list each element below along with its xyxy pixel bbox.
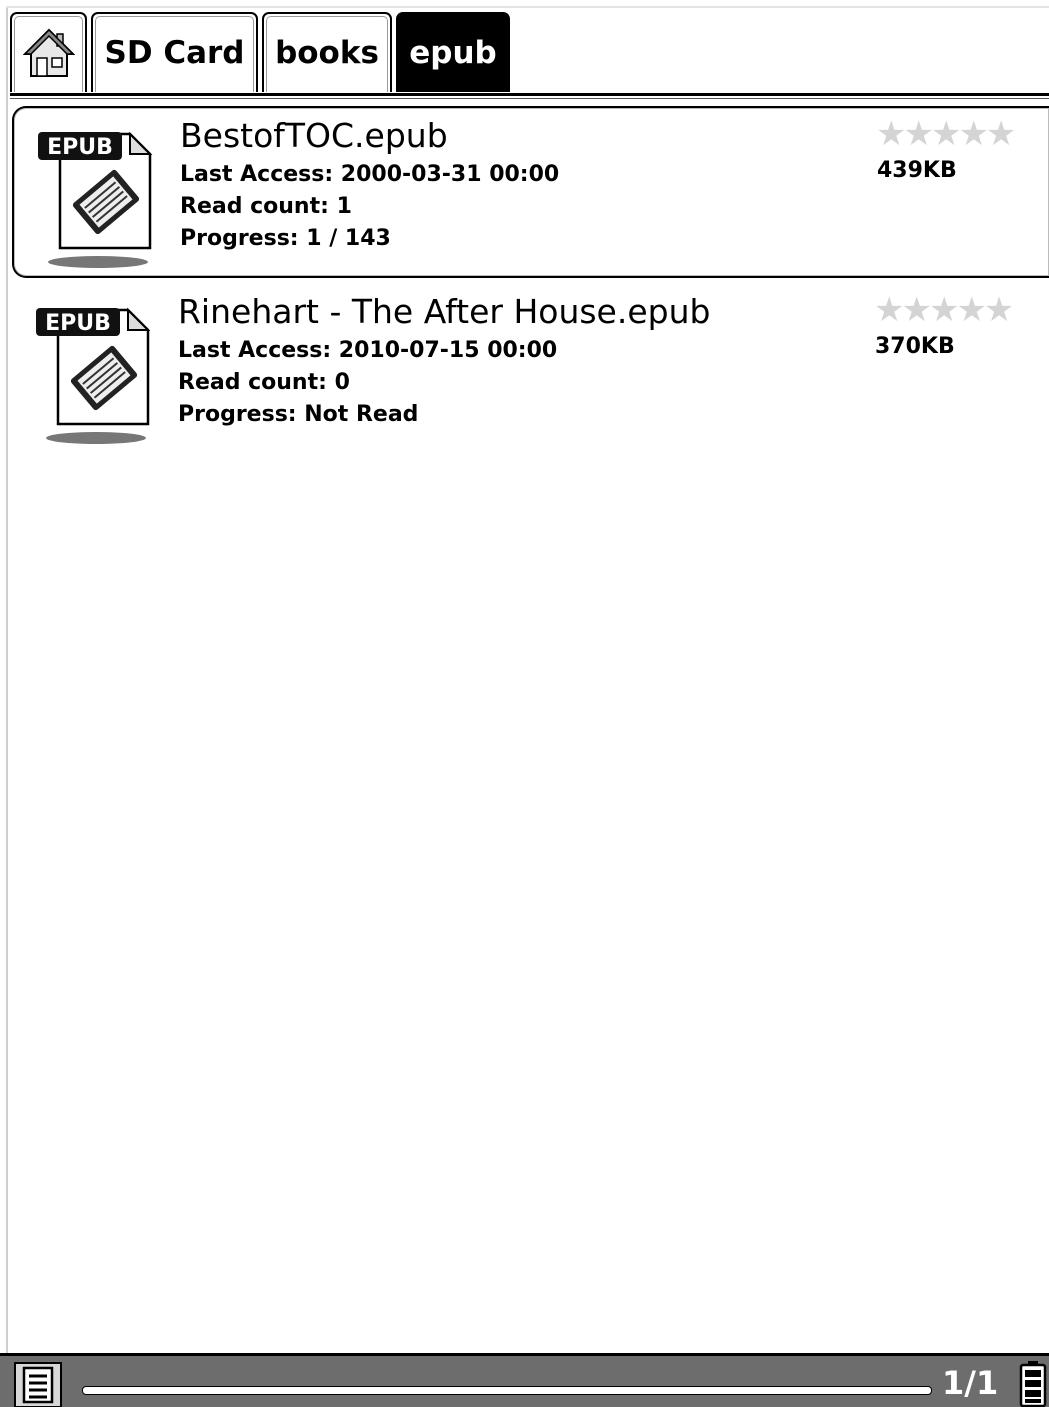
breadcrumb-epub-current[interactable]: epub — [396, 12, 510, 92]
file-list: EPUB BestofTOC.epub Last Access: 2000-03… — [12, 106, 1049, 456]
file-browser-screen: SD Card books epub EPUB BestofTOC.epub L… — [0, 0, 1049, 1407]
file-last-access: Last Access: 2000-03-31 00:00 — [180, 162, 560, 187]
epub-badge-text: EPUB — [47, 135, 113, 160]
file-progress: Progress: Not Read — [178, 402, 419, 427]
breadcrumb-underline-secondary — [10, 98, 1049, 99]
rating-stars[interactable]: ★★★★★ — [876, 114, 1016, 154]
file-read-count: Read count: 1 — [180, 194, 352, 219]
breadcrumb-home-button[interactable] — [10, 12, 87, 92]
file-title: Rinehart - The After House.epub — [178, 292, 711, 331]
file-title: BestofTOC.epub — [180, 116, 448, 155]
top-divider — [6, 6, 1049, 8]
breadcrumb-books[interactable]: books — [262, 12, 392, 92]
page-progress-track[interactable] — [82, 1386, 932, 1395]
file-size: 439KB — [877, 158, 957, 183]
menu-icon — [22, 1366, 54, 1404]
breadcrumb-label: books — [275, 35, 379, 71]
file-list-item[interactable]: EPUB Rinehart - The After House.epub Las… — [12, 284, 1049, 456]
rating-stars[interactable]: ★★★★★ — [874, 290, 1014, 330]
status-bar: 1/1 — [0, 1353, 1049, 1407]
file-progress: Progress: 1 / 143 — [180, 226, 391, 251]
breadcrumb-label: SD Card — [104, 35, 245, 71]
file-read-count: Read count: 0 — [178, 370, 350, 395]
breadcrumb-sd-card[interactable]: SD Card — [91, 12, 258, 92]
file-list-item[interactable]: EPUB BestofTOC.epub Last Access: 2000-03… — [12, 106, 1049, 278]
home-icon — [22, 28, 75, 77]
epub-badge-text: EPUB — [45, 311, 111, 336]
epub-file-icon: EPUB — [36, 307, 151, 444]
menu-button[interactable] — [14, 1362, 62, 1407]
breadcrumb-underline — [10, 93, 1049, 96]
battery-icon — [1019, 1361, 1047, 1407]
breadcrumb-label: epub — [409, 35, 497, 71]
page-indicator: 1/1 — [942, 1364, 999, 1402]
left-divider — [6, 8, 8, 1353]
file-last-access: Last Access: 2010-07-15 00:00 — [178, 338, 558, 363]
breadcrumb: SD Card books epub — [10, 12, 514, 92]
epub-file-icon: EPUB — [38, 131, 153, 268]
file-size: 370KB — [875, 334, 955, 359]
